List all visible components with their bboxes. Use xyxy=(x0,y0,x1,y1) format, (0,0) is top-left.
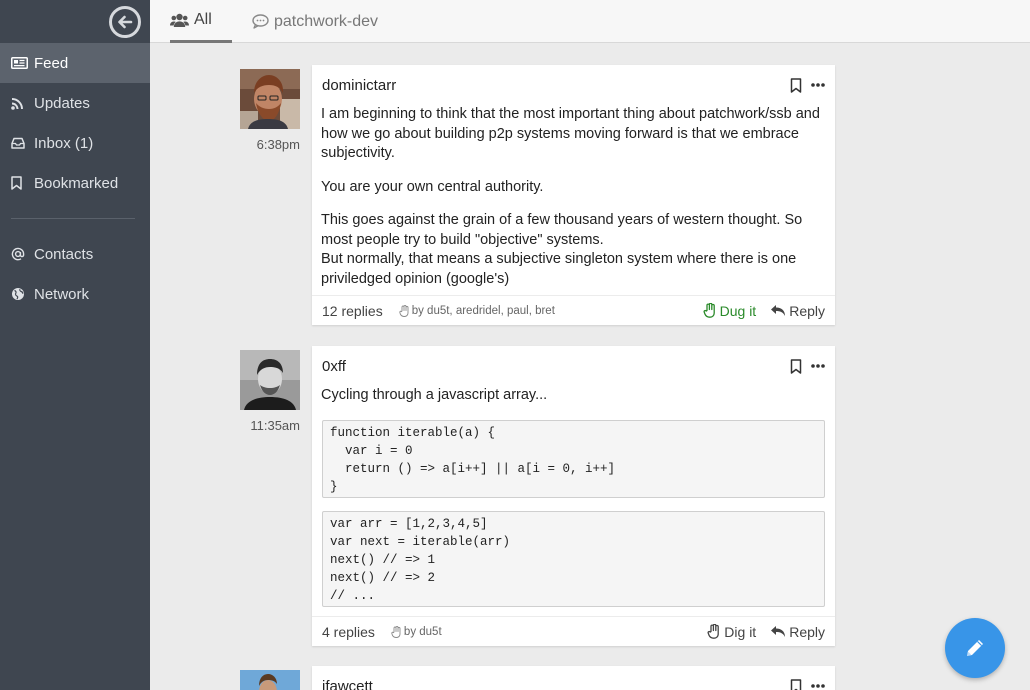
rss-icon xyxy=(11,97,34,110)
chat-bubble-icon xyxy=(252,14,269,29)
dug-by-text: by du5t, aredridel, paul, bret xyxy=(411,304,555,317)
tab-patchwork-dev[interactable]: patchwork-dev xyxy=(252,0,378,43)
post-actions xyxy=(790,77,825,93)
globe-icon xyxy=(11,287,34,301)
sidebar: Feed Updates Inbox (1) Bookmarked Contac… xyxy=(0,0,150,690)
sidebar-item-bookmarked[interactable]: Bookmarked xyxy=(0,163,150,203)
sidebar-item-label: Bookmarked xyxy=(34,174,119,192)
avatar[interactable] xyxy=(240,350,300,410)
hand-icon xyxy=(391,625,402,638)
tab-bar: All patchwork-dev xyxy=(150,0,1030,43)
sidebar-item-label: Updates xyxy=(34,94,90,112)
hand-icon xyxy=(703,303,717,318)
newspaper-icon xyxy=(11,57,34,69)
post-author[interactable]: dominictarr xyxy=(322,77,790,94)
reply-icon xyxy=(770,304,786,317)
post-card: dominictarr I am beginning to think that… xyxy=(312,65,835,325)
sidebar-item-network[interactable]: Network xyxy=(0,274,150,314)
post-footer: 4 replies by du5t Dig it Reply xyxy=(312,616,835,646)
post-author[interactable]: ifawcett xyxy=(322,678,790,690)
dug-by-text: by du5t xyxy=(403,625,442,638)
bookmark-icon[interactable] xyxy=(790,358,802,374)
replies-count[interactable]: 12 replies xyxy=(322,303,383,319)
back-arrow-icon[interactable] xyxy=(109,5,141,38)
avatar[interactable] xyxy=(240,69,300,129)
sidebar-item-contacts[interactable]: Contacts xyxy=(0,234,150,274)
tab-all[interactable]: All xyxy=(170,0,232,43)
post-footer: 12 replies by du5t, aredridel, paul, bre… xyxy=(312,295,835,325)
post-paragraph: But normally, that means a subjective si… xyxy=(321,251,797,287)
at-icon xyxy=(11,247,34,261)
bookmark-icon[interactable] xyxy=(790,77,802,93)
post-header: ifawcett xyxy=(312,666,835,690)
post-author[interactable]: 0xff xyxy=(322,358,790,375)
reply-button[interactable]: Reply xyxy=(770,303,825,319)
post-header: 0xff xyxy=(312,346,835,386)
sidebar-item-label: Inbox (1) xyxy=(34,134,94,152)
reply-icon xyxy=(770,625,786,638)
reply-label: Reply xyxy=(789,302,825,319)
post-paragraph: I am beginning to think that the most im… xyxy=(321,106,820,161)
dig-button[interactable]: Dug it xyxy=(703,302,757,319)
avatar[interactable] xyxy=(240,670,300,690)
post-header: dominictarr xyxy=(312,65,835,105)
post-actions xyxy=(790,678,825,690)
post-paragraph: This goes against the grain of a few tho… xyxy=(321,212,803,248)
more-icon[interactable] xyxy=(811,364,825,368)
hand-icon xyxy=(707,624,721,639)
post-actions xyxy=(790,358,825,374)
sidebar-item-label: Feed xyxy=(34,54,69,72)
post-body: I am beginning to think that the most im… xyxy=(312,105,835,289)
tab-label: patchwork-dev xyxy=(274,12,379,30)
dug-by-list: by du5t, aredridel, paul, bret xyxy=(399,305,703,317)
sidebar-divider xyxy=(11,218,135,219)
dig-label: Dig it xyxy=(724,623,757,640)
post-card: ifawcett xyxy=(312,666,835,690)
dig-label: Dug it xyxy=(719,302,757,319)
more-icon[interactable] xyxy=(811,83,825,87)
sidebar-item-inbox[interactable]: Inbox (1) xyxy=(0,123,150,163)
inbox-icon xyxy=(11,137,34,149)
hand-icon xyxy=(399,304,410,317)
sidebar-item-updates[interactable]: Updates xyxy=(0,83,150,123)
post-paragraph: You are your own central authority. xyxy=(321,178,544,195)
dig-button[interactable]: Dig it xyxy=(707,624,756,640)
bookmark-icon[interactable] xyxy=(790,678,802,690)
reply-button[interactable]: Reply xyxy=(770,624,825,640)
post-body: Cycling through a javascript array... xyxy=(312,386,835,406)
replies-count[interactable]: 4 replies xyxy=(322,624,375,640)
post-card: 0xff Cycling through a javascript array.… xyxy=(312,346,835,646)
code-block: var arr = [1,2,3,4,5] var next = iterabl… xyxy=(322,510,825,607)
sidebar-item-label: Network xyxy=(34,285,90,303)
more-icon[interactable] xyxy=(811,684,825,688)
post-time: 11:35am xyxy=(250,418,300,433)
tab-label: All xyxy=(194,11,212,28)
post-paragraph: Cycling through a javascript array... xyxy=(321,387,548,403)
sidebar-item-label: Contacts xyxy=(34,245,94,263)
pencil-icon xyxy=(964,637,986,659)
compose-button[interactable] xyxy=(945,618,1005,678)
dug-by-list: by du5t xyxy=(391,626,707,638)
users-icon xyxy=(170,13,189,28)
bookmark-icon xyxy=(11,176,34,190)
post-time: 6:38pm xyxy=(256,137,300,152)
sidebar-header xyxy=(0,0,150,43)
reply-label: Reply xyxy=(789,623,825,640)
code-block: function iterable(a) { var i = 0 return … xyxy=(322,419,825,498)
sidebar-item-feed[interactable]: Feed xyxy=(0,43,150,83)
